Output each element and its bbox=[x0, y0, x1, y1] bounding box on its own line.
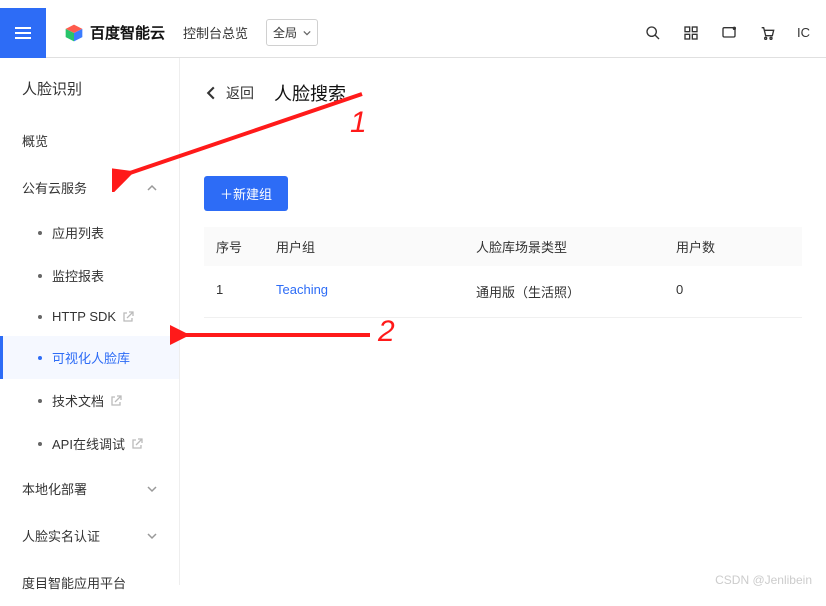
grid-icon[interactable] bbox=[683, 25, 699, 41]
group-link[interactable]: Teaching bbox=[276, 282, 328, 297]
sidebar-item-localdeploy[interactable]: 本地化部署 bbox=[0, 465, 179, 512]
sidebar-sub-monitor[interactable]: 监控报表 bbox=[0, 254, 179, 297]
external-link-icon bbox=[131, 438, 143, 450]
top-bar: 百度智能云 控制台总览 全局 IC bbox=[0, 8, 826, 58]
sidebar-item-realname[interactable]: 人脸实名认证 bbox=[0, 512, 179, 559]
chevron-down-icon bbox=[147, 484, 157, 494]
message-icon[interactable] bbox=[721, 25, 737, 41]
topbar-actions: IC bbox=[645, 25, 810, 41]
brand-name: 百度智能云 bbox=[90, 22, 165, 43]
sidebar-item-label: 本地化部署 bbox=[22, 479, 87, 498]
sidebar-sub-docs[interactable]: 技术文档 bbox=[0, 379, 179, 422]
console-overview-link[interactable]: 控制台总览 bbox=[183, 23, 248, 42]
chevron-up-icon bbox=[147, 183, 157, 193]
cart-icon[interactable] bbox=[759, 25, 775, 41]
search-icon[interactable] bbox=[645, 25, 661, 41]
bullet-icon bbox=[38, 315, 42, 319]
brand-cube-icon bbox=[64, 23, 84, 43]
bullet-icon bbox=[38, 399, 42, 403]
annotation-number-2: 2 bbox=[378, 315, 395, 349]
bullet-icon bbox=[38, 442, 42, 446]
annotation-number-1: 1 bbox=[350, 106, 367, 140]
sidebar: 人脸识别 概览 公有云服务 应用列表 监控报表 HTTP SDK 可视化人脸库 … bbox=[0, 58, 180, 585]
chevron-left-icon[interactable] bbox=[204, 86, 218, 100]
sidebar-sub-label: HTTP SDK bbox=[52, 309, 116, 324]
sidebar-sub-label: API在线调试 bbox=[52, 434, 125, 453]
sidebar-item-dumu[interactable]: 度目智能应用平台 bbox=[0, 559, 179, 606]
sidebar-item-label: 概览 bbox=[22, 131, 48, 150]
external-link-icon bbox=[110, 395, 122, 407]
bullet-icon bbox=[38, 356, 42, 360]
chevron-down-icon bbox=[303, 29, 311, 37]
col-scene: 人脸库场景类型 bbox=[476, 237, 676, 256]
sidebar-sub-facedb[interactable]: 可视化人脸库 bbox=[0, 336, 179, 379]
sidebar-sub-apidebug[interactable]: API在线调试 bbox=[0, 422, 179, 465]
chevron-down-icon bbox=[147, 531, 157, 541]
region-value: 全局 bbox=[273, 24, 297, 41]
hamburger-icon bbox=[13, 23, 33, 43]
sidebar-item-overview[interactable]: 概览 bbox=[0, 117, 179, 164]
page-title: 人脸搜索 bbox=[274, 80, 346, 106]
top-right-badge[interactable]: IC bbox=[797, 25, 810, 40]
col-index: 序号 bbox=[216, 237, 276, 256]
bullet-icon bbox=[38, 231, 42, 235]
sidebar-sub-httpsdk[interactable]: HTTP SDK bbox=[0, 297, 179, 336]
cell-count: 0 bbox=[676, 282, 766, 301]
table-header: 序号 用户组 人脸库场景类型 用户数 bbox=[204, 227, 802, 266]
back-link[interactable]: 返回 bbox=[226, 83, 254, 103]
sidebar-item-label: 度目智能应用平台 bbox=[22, 573, 126, 592]
external-link-icon bbox=[122, 311, 134, 323]
sidebar-sub-label: 可视化人脸库 bbox=[52, 348, 130, 367]
sidebar-title: 人脸识别 bbox=[0, 78, 179, 117]
bullet-icon bbox=[38, 274, 42, 278]
col-usergroup: 用户组 bbox=[276, 237, 476, 256]
table-row: 1 Teaching 通用版（生活照） 0 bbox=[204, 266, 802, 318]
hamburger-button[interactable] bbox=[0, 8, 46, 58]
sidebar-sub-label: 技术文档 bbox=[52, 391, 104, 410]
cell-index: 1 bbox=[216, 282, 276, 301]
cell-scene: 通用版（生活照） bbox=[476, 282, 676, 301]
main-content: 返回 人脸搜索 ＋新建组 序号 用户组 人脸库场景类型 用户数 1 Teachi… bbox=[180, 58, 826, 585]
breadcrumb: 返回 人脸搜索 bbox=[204, 80, 802, 106]
col-count: 用户数 bbox=[676, 237, 766, 256]
sidebar-sub-label: 应用列表 bbox=[52, 223, 104, 242]
new-group-button[interactable]: ＋新建组 bbox=[204, 176, 288, 211]
sidebar-item-label: 人脸实名认证 bbox=[22, 526, 100, 545]
region-select[interactable]: 全局 bbox=[266, 19, 318, 46]
sidebar-item-label: 公有云服务 bbox=[22, 178, 87, 197]
sidebar-sub-label: 监控报表 bbox=[52, 266, 104, 285]
sidebar-item-cloudservices[interactable]: 公有云服务 bbox=[0, 164, 179, 211]
sidebar-sub-apps[interactable]: 应用列表 bbox=[0, 211, 179, 254]
brand-logo[interactable]: 百度智能云 bbox=[64, 22, 165, 43]
